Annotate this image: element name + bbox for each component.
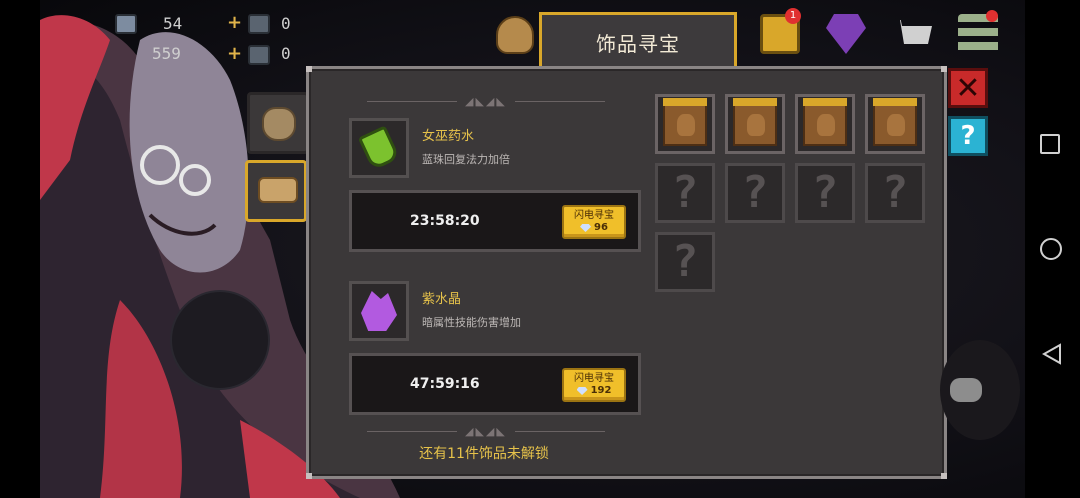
gold-count: 559 [152, 44, 181, 63]
diamond-gem-icon [580, 224, 592, 232]
joystick-left[interactable] [170, 290, 270, 390]
locked-slot[interactable]: ? [795, 163, 855, 223]
menu-badge [986, 10, 998, 22]
question-mark-icon: ? [741, 167, 769, 218]
tab-label: 饰品寻宝 [596, 32, 680, 56]
material-b-count: 0 [281, 44, 291, 63]
timer-box: 23:58:20 闪电寻宝 96 [349, 190, 641, 252]
material-a-icon [248, 14, 270, 34]
locked-count-label: 还有11件饰品未解锁 [419, 446, 549, 462]
flash-search-button[interactable]: 闪电寻宝 96 [562, 205, 626, 239]
bag-button[interactable] [247, 92, 309, 154]
countdown-timer: 47:59:16 [410, 376, 480, 392]
locked-slot[interactable]: ? [655, 163, 715, 223]
flash-search-button[interactable]: 闪电寻宝 192 [562, 368, 626, 402]
back-button[interactable] [1042, 343, 1062, 365]
help-button[interactable]: ? [948, 116, 988, 156]
gem-count: 54 [163, 14, 183, 33]
treasure-chest-icon [733, 98, 777, 146]
gem-cost: 96 [594, 222, 608, 233]
treasure-chest-icon [663, 98, 707, 146]
accessory-slot[interactable] [795, 94, 855, 154]
close-icon: ✕ [955, 70, 981, 106]
left-letterbox [0, 0, 40, 498]
accessory-slot[interactable] [865, 94, 925, 154]
panel-corner [306, 66, 312, 72]
locked-count-text: 还有11件饰品未解锁 [309, 443, 669, 463]
item-name: 紫水晶 [422, 292, 462, 307]
home-button[interactable] [1040, 238, 1062, 260]
item-name: 女巫药水 [422, 129, 475, 144]
locked-slot[interactable]: ? [725, 163, 785, 223]
plus-icon: + [227, 43, 243, 64]
game-scene: 54 559 + 0 + 0 饰品寻宝 1 ◢◣◢◣ 女巫药水 蓝珠回复法力加倍… [0, 0, 1080, 498]
cost-row: 192 [576, 385, 612, 397]
timer-box: 47:59:16 闪电寻宝 192 [349, 353, 641, 415]
plus-icon: + [227, 12, 243, 33]
panel-corner [941, 473, 947, 479]
treasure-panel: ◢◣◢◣ 女巫药水 蓝珠回复法力加倍 23:58:20 闪电寻宝 96 紫水晶 … [306, 66, 947, 479]
recent-apps-button[interactable] [1040, 134, 1060, 154]
locked-slot[interactable]: ? [865, 163, 925, 223]
accessory-slot[interactable] [725, 94, 785, 154]
item-description: 暗属性技能伤害增加 [422, 316, 521, 329]
treasure-chest-icon [803, 98, 847, 146]
treasure-chest-icon [873, 98, 917, 146]
ornament-divider: ◢◣◢◣ [367, 94, 605, 108]
ornament-divider: ◢◣◢◣ [367, 424, 605, 438]
question-mark-icon: ? [811, 167, 839, 218]
speech-bubble-icon[interactable] [950, 378, 982, 402]
question-mark-icon: ? [671, 236, 699, 287]
panel-corner [306, 473, 312, 479]
material-b-icon [248, 45, 270, 65]
countdown-timer: 23:58:20 [410, 213, 480, 229]
flash-search-label: 闪电寻宝 [574, 210, 614, 221]
sack-icon [262, 107, 296, 141]
panel-corner [941, 66, 947, 72]
material-a-count: 0 [281, 14, 291, 33]
help-icon: ? [960, 121, 976, 151]
scroll-button[interactable] [245, 160, 307, 222]
question-mark-icon: ? [671, 167, 699, 218]
question-mark-icon: ? [881, 167, 909, 218]
purple-crystal-icon [349, 281, 409, 341]
close-button[interactable]: ✕ [948, 68, 988, 108]
item-description: 蓝珠回复法力加倍 [422, 153, 510, 166]
cost-row: 96 [580, 222, 608, 234]
flash-search-label: 闪电寻宝 [574, 373, 614, 384]
gem-cost: 192 [590, 385, 612, 396]
diamond-gem-icon [576, 387, 588, 395]
chest-badge: 1 [785, 8, 801, 24]
green-potion-icon [349, 118, 409, 178]
scroll-icon [258, 177, 298, 203]
gem-counter-icon [115, 14, 137, 34]
locked-slot[interactable]: ? [655, 232, 715, 292]
accessory-slot[interactable] [655, 94, 715, 154]
tab-accessory-treasure[interactable]: 饰品寻宝 [539, 12, 737, 70]
npc-icon[interactable] [496, 16, 534, 54]
